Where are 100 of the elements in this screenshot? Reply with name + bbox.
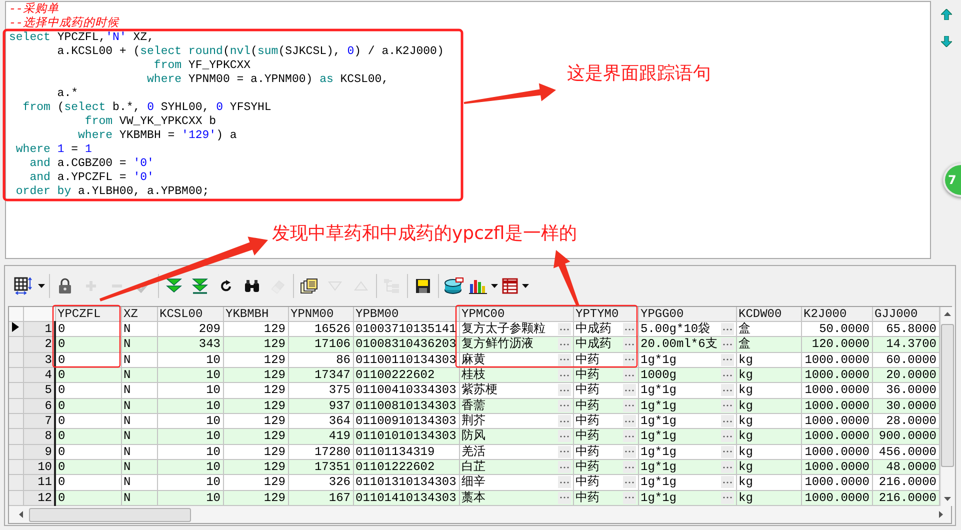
ellipsis-icon bbox=[560, 404, 568, 408]
code-line: and a.CGBZ00 = '0' bbox=[28, 157, 154, 171]
code-line: where 1 = 1 bbox=[14, 143, 92, 157]
more-button[interactable] bbox=[558, 461, 570, 474]
table-cell: 0 bbox=[58, 414, 66, 428]
ellipsis-icon bbox=[624, 404, 634, 408]
more-button[interactable] bbox=[720, 476, 734, 488]
more-button[interactable] bbox=[558, 384, 570, 396]
more-button[interactable] bbox=[558, 492, 570, 504]
column-header[interactable]: XZ bbox=[121, 307, 157, 322]
more-button[interactable] bbox=[720, 415, 734, 428]
table-cell: 1000.0000 bbox=[804, 429, 870, 444]
more-button[interactable] bbox=[558, 446, 570, 458]
scroll-thumb[interactable] bbox=[940, 324, 954, 467]
more-button[interactable] bbox=[558, 400, 570, 412]
more-button[interactable] bbox=[558, 476, 570, 488]
more-button[interactable] bbox=[720, 323, 734, 336]
more-button[interactable] bbox=[558, 430, 570, 442]
table-cell: 1g*1g bbox=[640, 398, 677, 412]
move-down-button[interactable] bbox=[940, 35, 952, 48]
table-cell: kg bbox=[738, 368, 753, 382]
ellipsis-icon bbox=[722, 342, 732, 346]
more-button[interactable] bbox=[622, 384, 636, 396]
more-button[interactable] bbox=[558, 354, 570, 366]
table-cell: 129 bbox=[264, 444, 286, 458]
column-header[interactable]: KCDW00 bbox=[736, 307, 801, 322]
ellipsis-icon bbox=[560, 358, 568, 362]
more-button[interactable] bbox=[558, 415, 570, 428]
more-button[interactable] bbox=[622, 476, 636, 488]
move-up-button[interactable] bbox=[940, 8, 952, 21]
row-number: 11 bbox=[23, 474, 55, 490]
table-cell: 36.0000 bbox=[886, 383, 936, 398]
scroll-thumb[interactable] bbox=[29, 508, 191, 522]
more-button[interactable] bbox=[720, 384, 734, 396]
sql-editor[interactable] bbox=[5, 1, 931, 259]
more-button[interactable] bbox=[720, 338, 734, 350]
column-header[interactable]: YPTYM0 bbox=[573, 307, 638, 322]
more-button[interactable] bbox=[622, 446, 636, 458]
column-header[interactable]: YPNM00 bbox=[288, 307, 353, 322]
more-button[interactable] bbox=[558, 369, 570, 382]
table-cell: 1000.0000 bbox=[804, 352, 870, 366]
table-cell: kg bbox=[738, 475, 753, 490]
more-button[interactable] bbox=[720, 446, 734, 458]
more-button[interactable] bbox=[558, 338, 570, 350]
more-button[interactable] bbox=[622, 492, 636, 504]
row-number: 10 bbox=[23, 459, 55, 475]
table-cell: 1000g bbox=[640, 368, 677, 382]
column-header[interactable]: GJJ000 bbox=[872, 307, 939, 322]
more-button[interactable] bbox=[622, 400, 636, 412]
ellipsis-icon bbox=[624, 374, 634, 377]
table-cell: 20.0000 bbox=[886, 368, 936, 382]
code-line: from (select b.*, 0 SYHL00, 0 YFSYHL bbox=[22, 101, 272, 115]
column-header[interactable]: YPBM00 bbox=[353, 307, 459, 322]
table-cell: 中药 bbox=[576, 352, 600, 366]
more-button[interactable] bbox=[622, 461, 636, 474]
horizontal-scrollbar[interactable] bbox=[9, 506, 951, 523]
more-button[interactable] bbox=[720, 461, 734, 474]
more-button[interactable] bbox=[720, 354, 734, 366]
more-button[interactable] bbox=[720, 492, 734, 504]
column-header[interactable]: YPCZFL bbox=[55, 307, 121, 322]
table-cell: 01100410334303 bbox=[356, 383, 456, 398]
ellipsis-icon bbox=[722, 388, 732, 392]
table-cell: 14.3700 bbox=[886, 337, 936, 352]
table-cell: 1000.0000 bbox=[804, 475, 870, 490]
table-cell: 129 bbox=[264, 414, 286, 428]
table-cell: 中药 bbox=[576, 414, 600, 428]
ellipsis-icon bbox=[560, 374, 568, 377]
table-cell: 20.00ml*6支 bbox=[640, 337, 718, 352]
table-cell: 羌活 bbox=[462, 444, 486, 458]
save-icon bbox=[415, 278, 431, 294]
table-cell: 209 bbox=[198, 322, 220, 336]
column-header[interactable]: YPMC00 bbox=[459, 307, 573, 322]
more-button[interactable] bbox=[622, 323, 636, 336]
more-button[interactable] bbox=[720, 430, 734, 442]
more-button[interactable] bbox=[720, 369, 734, 382]
table-icon bbox=[502, 278, 518, 294]
table-cell: 216.0000 bbox=[878, 475, 936, 490]
vertical-scrollbar[interactable] bbox=[940, 307, 954, 506]
column-header[interactable]: YKBMBH bbox=[223, 307, 288, 322]
annotation-box bbox=[52, 304, 121, 368]
more-button[interactable] bbox=[622, 415, 636, 428]
more-button[interactable] bbox=[622, 338, 636, 350]
table-cell: 0 bbox=[58, 322, 66, 336]
more-button[interactable] bbox=[622, 369, 636, 382]
code-line: and a.YPCZFL = '0' bbox=[28, 171, 154, 185]
table-cell: 复方鲜竹沥液 bbox=[462, 337, 534, 352]
scroll-down-icon bbox=[944, 497, 950, 501]
more-button[interactable] bbox=[558, 323, 570, 336]
more-button[interactable] bbox=[622, 430, 636, 442]
table-cell: 375 bbox=[328, 383, 350, 398]
more-button[interactable] bbox=[720, 400, 734, 412]
column-header[interactable]: KCSL00 bbox=[157, 307, 223, 322]
more-button[interactable] bbox=[622, 354, 636, 366]
table-cell: 0 bbox=[58, 337, 66, 352]
column-header[interactable]: K2J000 bbox=[801, 307, 872, 322]
double-down-icon bbox=[166, 278, 182, 294]
lock-icon bbox=[58, 278, 72, 294]
table-cell: N bbox=[124, 368, 131, 382]
column-header[interactable]: YPGG00 bbox=[638, 307, 736, 322]
row-indicator[interactable] bbox=[9, 322, 23, 337]
